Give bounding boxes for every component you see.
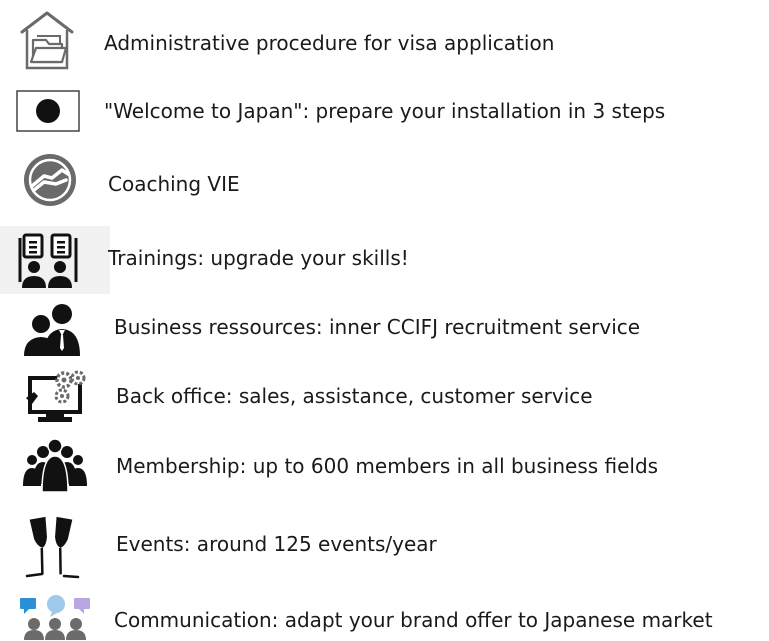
list-item: Communication: adapt your brand offer to… — [0, 594, 769, 641]
monitor-gears-icon — [26, 370, 88, 428]
list-item: Events: around 125 events/year — [0, 514, 769, 582]
item-label: Administrative procedure for visa applic… — [104, 31, 555, 55]
item-label: Trainings: upgrade your skills! — [108, 246, 409, 270]
group-icon — [22, 438, 88, 494]
item-label: "Welcome to Japan": prepare your install… — [104, 99, 666, 123]
list-item: Trainings: upgrade your skills! — [0, 226, 769, 294]
list-item: Business ressources: inner CCIFJ recruit… — [0, 302, 769, 358]
trainees-icon — [0, 226, 110, 294]
record-dot-icon — [16, 90, 80, 132]
list-item: "Welcome to Japan": prepare your install… — [0, 88, 769, 134]
item-label: Events: around 125 events/year — [116, 532, 437, 556]
item-label: Membership: up to 600 members in all bus… — [116, 454, 659, 478]
item-label: Communication: adapt your brand offer to… — [114, 608, 713, 632]
list-item: Membership: up to 600 members in all bus… — [0, 436, 769, 496]
item-label: Coaching VIE — [108, 172, 240, 196]
list-item: Coaching VIE — [0, 152, 769, 214]
house-folder-icon — [18, 10, 76, 72]
chat-group-icon — [18, 594, 94, 640]
list-item: Back office: sales, assistance, customer… — [0, 368, 769, 428]
business-people-icon — [22, 302, 84, 358]
item-label: Back office: sales, assistance, customer… — [116, 384, 593, 408]
handshake-icon — [22, 152, 78, 208]
list-item: Administrative procedure for visa applic… — [0, 10, 769, 74]
champagne-glasses-icon — [24, 514, 84, 582]
item-label: Business ressources: inner CCIFJ recruit… — [114, 315, 641, 339]
